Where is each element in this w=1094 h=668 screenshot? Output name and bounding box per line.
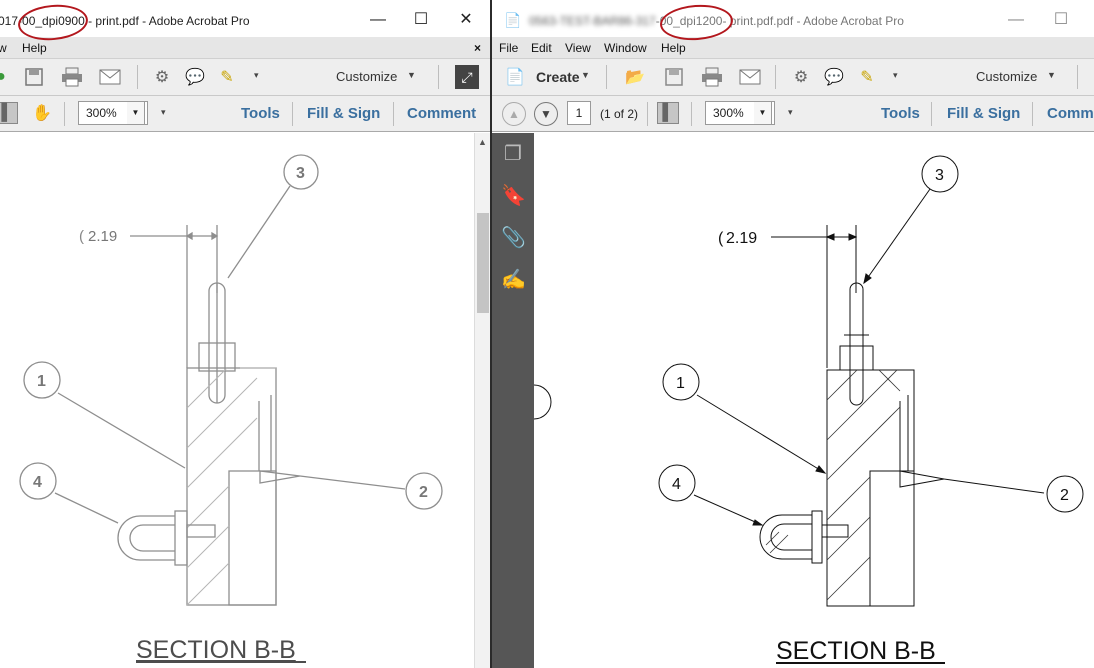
right-balloon-2: 2 bbox=[1060, 487, 1069, 504]
left-title-suffix: print.pdf - Adobe Acrobat Pro bbox=[92, 14, 250, 28]
expand-icon[interactable]: ⤢ bbox=[455, 65, 479, 89]
right-print-icon[interactable] bbox=[701, 66, 723, 88]
right-menu-window[interactable]: Window bbox=[604, 41, 647, 55]
right-maximize-icon[interactable]: ☐ bbox=[1048, 9, 1074, 31]
left-balloon-1: 1 bbox=[37, 373, 46, 390]
left-scroll-thumb[interactable] bbox=[477, 213, 489, 313]
create-arrow-icon[interactable]: ▼ bbox=[581, 70, 590, 80]
pages-icon[interactable]: ❐ bbox=[501, 141, 525, 167]
select-cursor-icon[interactable]: ▌ bbox=[0, 102, 18, 124]
left-menu-help[interactable]: Help bbox=[22, 41, 47, 55]
create-button[interactable]: Create bbox=[536, 69, 580, 85]
right-menu-view[interactable]: View bbox=[565, 41, 591, 55]
left-section-caption: SECTION B-B bbox=[136, 636, 296, 664]
close-icon[interactable]: ✕ bbox=[453, 9, 479, 31]
svg-text:2.19: 2.19 bbox=[726, 230, 757, 247]
right-title-suffix: print.pdf.pdf - Adobe Acrobat Pro bbox=[726, 14, 904, 28]
right-tools-link[interactable]: Tools bbox=[881, 105, 920, 122]
right-sign-icon[interactable]: ✎ bbox=[856, 66, 878, 88]
left-toolbar2-more-icon[interactable]: ▾ bbox=[161, 107, 166, 118]
right-gear-icon[interactable]: ⚙ bbox=[790, 66, 812, 88]
left-drawing: 2.19 ( 3 1 4 2 SECTION B-B bbox=[19, 154, 443, 664]
right-acrobat-window: 📄 0563-TEST-BAR86-317-00_dpi1200- print.… bbox=[492, 0, 1094, 668]
right-drawing: ( 2.19 3 1 4 2 SECTION B-B bbox=[534, 155, 1084, 665]
left-common-toolbar: ▌ ✋ 300% ▼ ▾ Tools Fill & Sign Comment bbox=[0, 96, 490, 132]
right-comment-link[interactable]: Comm bbox=[1047, 105, 1094, 122]
signature-icon[interactable]: ✍ bbox=[501, 267, 526, 293]
right-email-icon[interactable] bbox=[739, 66, 761, 88]
left-comment-link[interactable]: Comment bbox=[407, 105, 476, 122]
right-toolbar2-more-icon[interactable]: ▾ bbox=[788, 107, 793, 118]
left-fill-sign-link[interactable]: Fill & Sign bbox=[307, 105, 380, 122]
right-customize-arrow-icon[interactable]: ▼ bbox=[1047, 70, 1056, 80]
gear-icon[interactable]: ⚙ bbox=[151, 66, 173, 88]
right-common-toolbar: ▲ ▼ 1 (1 of 2) ▌ 300% ▼ ▾ Tools Fill & S… bbox=[492, 96, 1094, 132]
create-pdf-icon[interactable]: 📄 bbox=[504, 66, 526, 88]
maximize-icon[interactable]: ☐ bbox=[408, 9, 434, 31]
right-menu-edit[interactable]: Edit bbox=[531, 41, 552, 55]
right-menu-help[interactable]: Help bbox=[661, 41, 686, 55]
hand-icon[interactable]: ✋ bbox=[31, 102, 53, 124]
left-main-toolbar: ● ⚙ 💬 ✎ ▾ Customize ▼ ⤢ bbox=[0, 59, 490, 96]
right-dim-label: ( 2.19 bbox=[718, 230, 757, 247]
left-menu-close-doc[interactable]: × bbox=[474, 41, 481, 55]
pdf-file-icon: 📄 bbox=[504, 11, 522, 28]
left-balloon-2: 2 bbox=[419, 484, 428, 501]
print-icon[interactable] bbox=[61, 66, 83, 88]
left-menu-bar: w Help × bbox=[0, 37, 490, 59]
right-section-caption: SECTION B-B bbox=[776, 637, 936, 665]
scroll-up-icon[interactable]: ▲ bbox=[478, 137, 487, 147]
right-balloon-3: 3 bbox=[935, 167, 944, 184]
left-balloon-4: 4 bbox=[33, 474, 42, 491]
right-save-icon[interactable] bbox=[663, 66, 685, 88]
right-toolbar-more-icon[interactable]: ▾ bbox=[893, 70, 898, 81]
open-folder-icon[interactable]: 📂 bbox=[624, 66, 646, 88]
navigation-panel: ❐ 🔖 📎 ✍ bbox=[492, 133, 534, 668]
left-acrobat-window: 017-00_dpi0900 - print.pdf - Adobe Acrob… bbox=[0, 0, 490, 668]
right-menu-bar: File Edit View Window Help bbox=[492, 37, 1094, 59]
page-number-field[interactable]: 1 bbox=[567, 101, 591, 125]
left-vertical-scrollbar[interactable]: ▲ bbox=[474, 133, 490, 668]
minimize-icon[interactable]: — bbox=[365, 9, 391, 31]
left-menu-view[interactable]: w bbox=[0, 41, 7, 55]
page-count-label: (1 of 2) bbox=[600, 107, 639, 121]
right-select-cursor-icon[interactable]: ▌ bbox=[657, 102, 679, 124]
left-tools-link[interactable]: Tools bbox=[241, 105, 280, 122]
left-customize-button[interactable]: Customize bbox=[336, 69, 397, 84]
page-up-icon[interactable]: ▲ bbox=[502, 102, 526, 126]
right-customize-button[interactable]: Customize bbox=[976, 69, 1037, 84]
svg-text:2.19: 2.19 bbox=[88, 228, 117, 245]
left-open-icon[interactable]: ● bbox=[0, 66, 12, 88]
save-icon[interactable] bbox=[23, 66, 45, 88]
sign-icon[interactable]: ✎ bbox=[216, 66, 238, 88]
right-fill-sign-link[interactable]: Fill & Sign bbox=[947, 105, 1020, 122]
right-minimize-icon[interactable]: — bbox=[1003, 9, 1029, 31]
bookmark-icon[interactable]: 🔖 bbox=[501, 183, 526, 209]
svg-text:(: ( bbox=[718, 230, 724, 247]
left-balloon-3: 3 bbox=[296, 165, 305, 182]
left-dim-label: 2.19 ( bbox=[79, 228, 117, 245]
left-customize-arrow-icon[interactable]: ▼ bbox=[407, 70, 416, 80]
right-title-blurred: 0563-TEST-BAR86-317 bbox=[529, 14, 656, 28]
comment-bubble-icon[interactable]: 💬 bbox=[184, 66, 206, 88]
right-comment-bubble-icon[interactable]: 💬 bbox=[823, 66, 845, 88]
left-zoom-dropdown-icon[interactable]: ▼ bbox=[127, 101, 145, 125]
svg-text:(: ( bbox=[79, 228, 84, 245]
right-zoom-dropdown-icon[interactable]: ▼ bbox=[754, 101, 772, 125]
right-main-toolbar: 📄 Create ▼ 📂 ⚙ 💬 ✎ ▾ Customize ▼ bbox=[492, 59, 1094, 96]
right-balloon-1: 1 bbox=[676, 375, 685, 392]
right-balloon-4: 4 bbox=[672, 476, 681, 493]
left-toolbar-more-icon[interactable]: ▾ bbox=[254, 70, 259, 81]
right-title-bar: 📄 0563-TEST-BAR86-317-00_dpi1200- print.… bbox=[492, 0, 1094, 37]
right-menu-file[interactable]: File bbox=[499, 41, 518, 55]
email-icon[interactable] bbox=[99, 66, 121, 88]
attachment-icon[interactable]: 📎 bbox=[501, 225, 526, 251]
page-down-icon[interactable]: ▼ bbox=[534, 102, 558, 126]
